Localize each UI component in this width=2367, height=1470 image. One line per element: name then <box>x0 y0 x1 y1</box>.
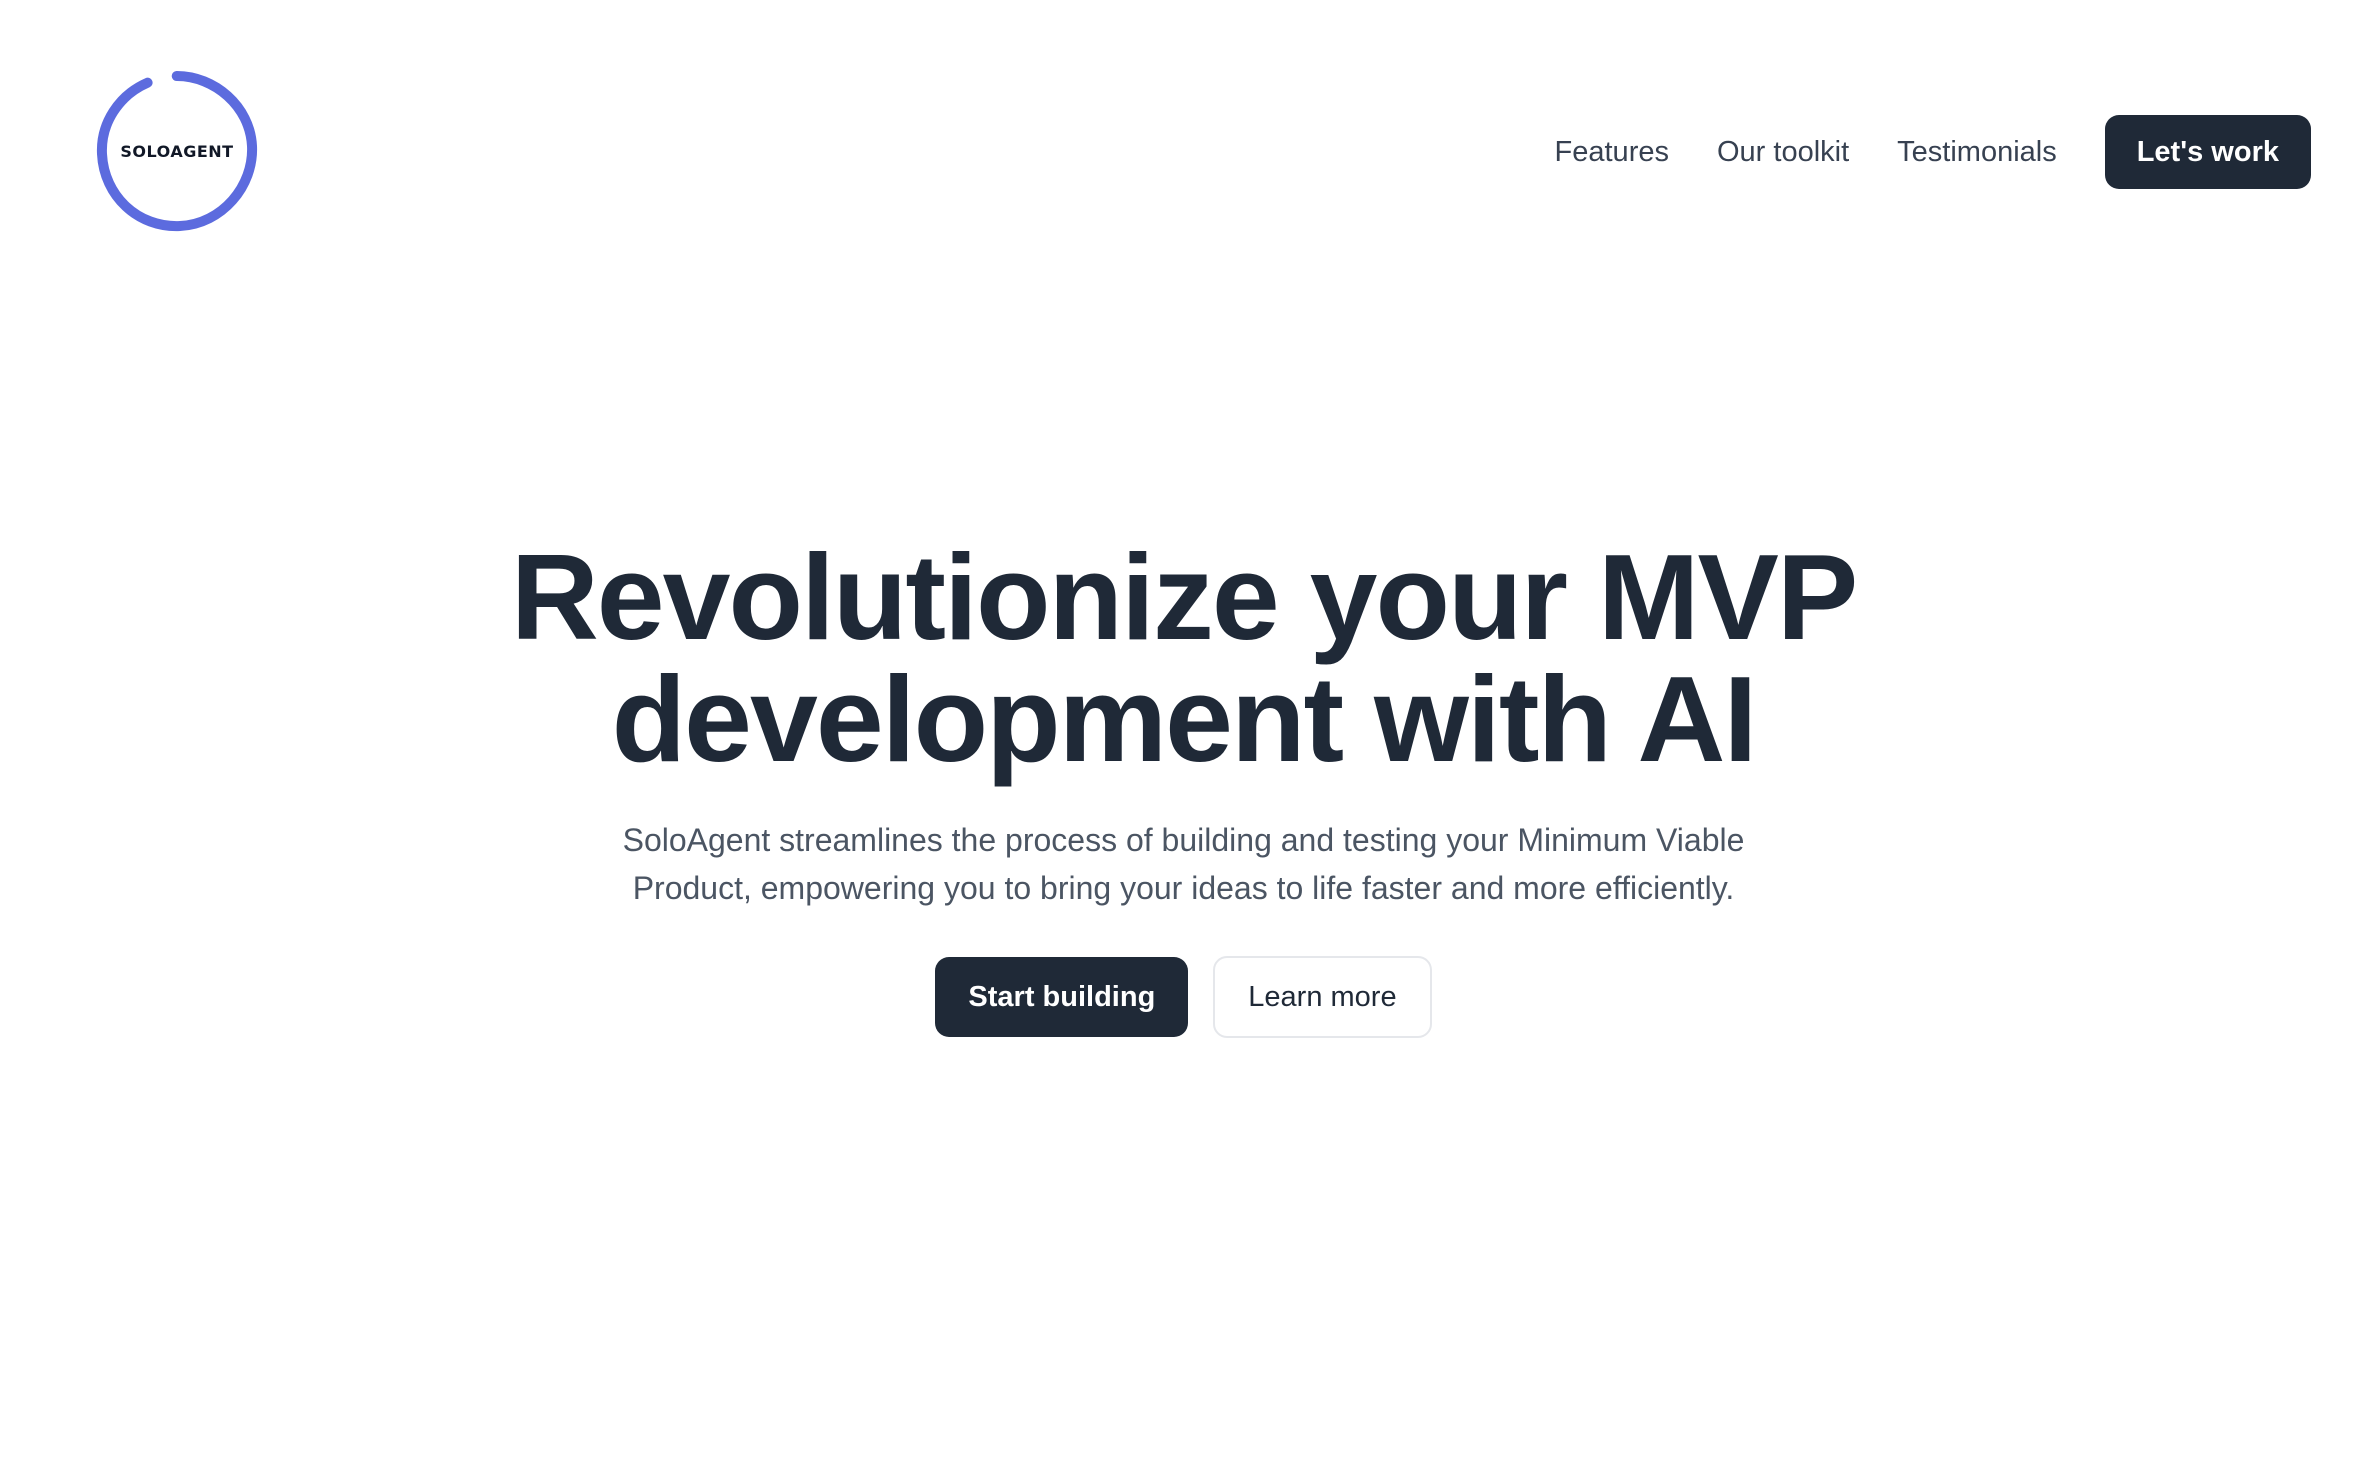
logo-text: SOLOAGENT <box>120 141 234 161</box>
hero-subtitle-line: SoloAgent streamlines the process of bui… <box>622 822 1745 858</box>
lets-work-button[interactable]: Let's work <box>2104 115 2311 189</box>
landing-page: SOLOAGENT Features Our toolkit Testimoni… <box>0 0 2367 1470</box>
hero-subtitle-line: Product, empowering you to bring your id… <box>632 870 1735 906</box>
hero-title: Revolutionize your MVP development with … <box>0 536 2367 780</box>
hero-title-line: Revolutionize your MVP <box>510 529 1859 665</box>
start-building-button[interactable]: Start building <box>935 957 1189 1037</box>
nav-link-features[interactable]: Features <box>1555 136 1669 169</box>
nav-link-toolkit[interactable]: Our toolkit <box>1717 136 1849 169</box>
hero-subtitle: SoloAgent streamlines the process of bui… <box>584 816 1784 912</box>
main-nav: Features Our toolkit Testimonials Let's … <box>1555 115 2311 189</box>
hero-title-line: development with AI <box>611 651 1758 787</box>
learn-more-button[interactable]: Learn more <box>1213 956 1432 1038</box>
logo[interactable]: SOLOAGENT <box>94 68 260 234</box>
nav-link-testimonials[interactable]: Testimonials <box>1897 136 2057 169</box>
hero-actions: Start building Learn more <box>0 956 2367 1038</box>
hero-section: Revolutionize your MVP development with … <box>0 536 2367 1038</box>
